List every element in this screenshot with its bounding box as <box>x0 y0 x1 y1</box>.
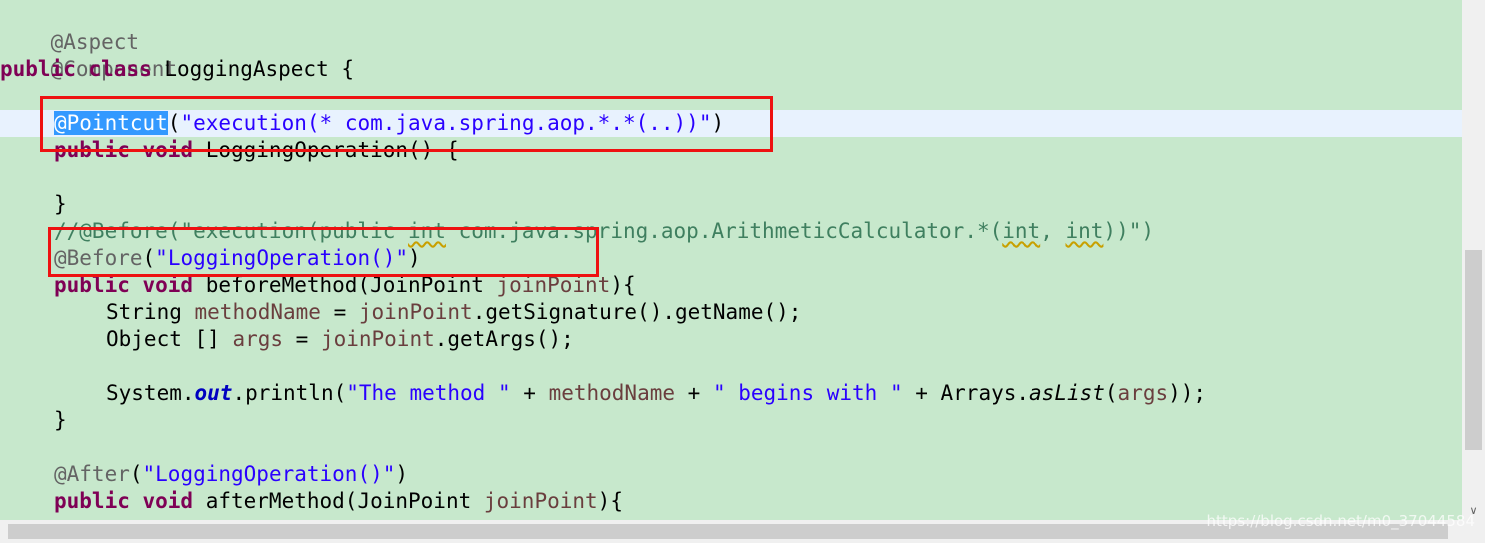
operator: + <box>675 381 713 405</box>
parameter: joinPoint <box>483 489 598 513</box>
method-signature: afterMethod(JoinPoint <box>193 489 484 513</box>
method-call: .getSignature().getName(); <box>472 300 802 324</box>
highlight-box-before <box>48 227 599 277</box>
paren: )); <box>1168 381 1207 405</box>
local-variable: args <box>232 327 284 351</box>
method-call: .getArgs(); <box>434 327 574 351</box>
parameter: joinPoint <box>320 327 435 351</box>
vertical-scrollbar-thumb[interactable] <box>1465 250 1482 450</box>
code-line: Object [] args = joinPoint.getArgs(); <box>106 326 574 353</box>
code-line: public class LoggingAspect { <box>0 56 354 83</box>
local-variable: args <box>1117 381 1169 405</box>
watermark: https://blog.csdn.net/m0_37044584 <box>1206 512 1475 530</box>
code-editor[interactable]: @Aspect @Component public class LoggingA… <box>0 0 1462 520</box>
operator: = <box>320 300 359 324</box>
code-line: @Aspect <box>0 2 140 54</box>
static-method: asList <box>1029 381 1105 405</box>
parameter: joinPoint <box>358 300 473 324</box>
class-ref: + Arrays. <box>902 381 1030 405</box>
vertical-scrollbar[interactable]: ∨ <box>1462 0 1485 520</box>
static-field: out <box>194 381 233 405</box>
paren: ( <box>1104 381 1118 405</box>
code-line: @Component <box>0 29 177 81</box>
code-line: @After("LoggingOperation()") <box>54 461 408 488</box>
closing-brace: } <box>54 408 67 432</box>
closing-brace: } <box>54 192 67 216</box>
type: Object [] <box>106 327 233 351</box>
code-line: System.out.println("The method " + metho… <box>106 380 1206 407</box>
paren: ) <box>395 462 409 486</box>
code-line: String methodName = joinPoint.getSignatu… <box>106 299 801 326</box>
keyword: public class <box>0 57 152 81</box>
string-literal: " begins with " <box>712 381 903 405</box>
comment-text: int <box>1002 219 1041 243</box>
brace: ){ <box>610 273 636 297</box>
type: String <box>106 300 195 324</box>
code-line: } <box>54 191 67 218</box>
brace: ){ <box>597 489 623 513</box>
class-declaration: LoggingAspect { <box>151 57 355 81</box>
class-ref: System. <box>106 381 195 405</box>
local-variable: methodName <box>194 300 321 324</box>
string-literal: "The method " <box>346 381 511 405</box>
pointcut-reference-string: "LoggingOperation()" <box>142 462 396 486</box>
comment-text: , <box>1040 219 1066 243</box>
local-variable: methodName <box>548 381 675 405</box>
annotation-after: @After <box>54 462 130 486</box>
code-line: } <box>54 407 67 434</box>
comment-text: int <box>1065 219 1104 243</box>
paren: ( <box>129 462 143 486</box>
operator: + <box>510 381 549 405</box>
operator: = <box>283 327 321 351</box>
method-call: .println( <box>232 381 347 405</box>
comment-text: ))") <box>1103 219 1154 243</box>
code-line: public void afterMethod(JoinPoint joinPo… <box>54 488 623 515</box>
highlight-box-pointcut <box>40 96 773 152</box>
keyword: public void <box>54 489 194 513</box>
